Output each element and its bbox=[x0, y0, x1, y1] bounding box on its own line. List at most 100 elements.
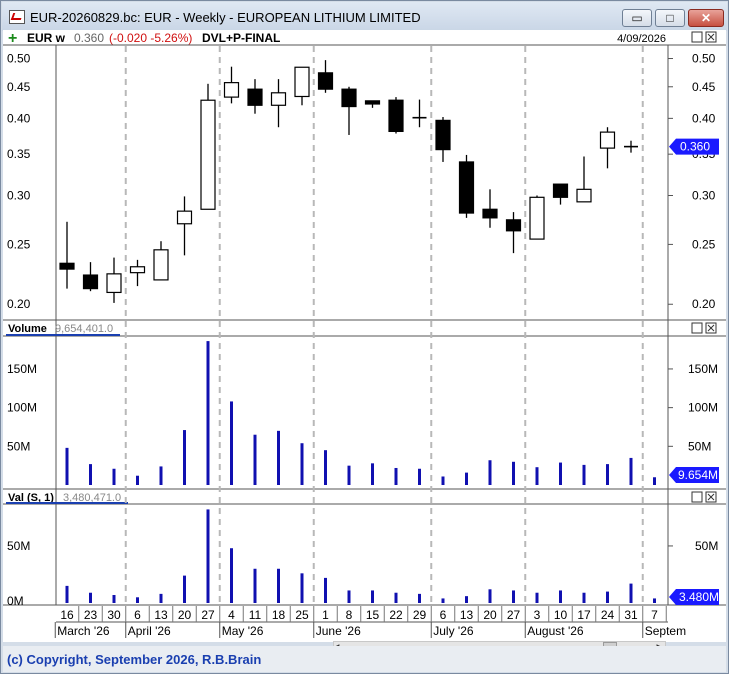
val-bar bbox=[65, 585, 69, 603]
val-bar bbox=[582, 592, 586, 603]
minimize-icon: ▭ bbox=[631, 11, 643, 25]
candle-body bbox=[129, 266, 146, 274]
x-tick-label: 1 bbox=[322, 608, 329, 622]
val-maximize-icon[interactable] bbox=[691, 491, 703, 503]
price-tick-label-right: 0.20 bbox=[692, 297, 716, 311]
price-tick-label-left: 0.30 bbox=[7, 189, 31, 203]
x-tick-label: 6 bbox=[440, 608, 447, 622]
month-label: May '26 bbox=[222, 624, 264, 638]
month-label: April '26 bbox=[128, 624, 171, 638]
price-tick-label-left: 0.25 bbox=[7, 237, 31, 251]
symbol-label: EUR w bbox=[27, 31, 66, 45]
candle-body bbox=[576, 188, 592, 203]
maximize-button[interactable]: □ bbox=[655, 9, 685, 27]
add-symbol-icon[interactable]: + bbox=[8, 30, 17, 47]
candle-body bbox=[59, 262, 75, 270]
minimize-button[interactable]: ▭ bbox=[622, 9, 652, 27]
val-bar bbox=[488, 589, 492, 603]
maximize-icon: □ bbox=[666, 11, 674, 25]
panel-close-icon[interactable] bbox=[705, 31, 717, 43]
candle-body bbox=[599, 131, 616, 149]
x-tick-label: 4 bbox=[228, 608, 235, 622]
month-label: Septem bbox=[645, 624, 686, 638]
volume-bar bbox=[394, 467, 398, 485]
price-tick-label-right: 0.25 bbox=[692, 237, 716, 251]
val-bar bbox=[347, 590, 351, 603]
val-bar bbox=[183, 575, 186, 603]
x-tick-label: 27 bbox=[201, 608, 215, 622]
candle-body bbox=[552, 183, 569, 198]
study-label: DVL+P-FINAL bbox=[202, 31, 280, 45]
close-button[interactable]: ✕ bbox=[688, 9, 724, 27]
val-bar bbox=[371, 590, 374, 603]
title-bar: EUR-20260829.bc: EUR - Weekly - EUROPEAN… bbox=[2, 2, 727, 31]
val-tick-label-left: 50M bbox=[7, 539, 30, 553]
x-tick-label: 23 bbox=[84, 608, 98, 622]
candle-body bbox=[364, 100, 381, 105]
candle-body bbox=[388, 99, 404, 133]
price-tick-label-right: 0.40 bbox=[692, 111, 716, 125]
x-tick-label: 11 bbox=[249, 608, 262, 622]
volume-bar bbox=[112, 468, 116, 485]
val-bar bbox=[277, 568, 280, 603]
volume-maximize-icon[interactable] bbox=[691, 322, 703, 334]
volume-bar bbox=[371, 463, 374, 485]
volume-panel-value: 9,654,401.0 bbox=[55, 323, 113, 335]
val-bar bbox=[324, 577, 327, 603]
val-bar bbox=[465, 596, 468, 603]
candle-body bbox=[270, 92, 287, 106]
val-bar bbox=[418, 593, 421, 603]
chart-area[interactable]: + EUR w 0.360 (-0.020 -5.26%) DVL+P-FINA… bbox=[3, 30, 726, 642]
volume-tick-label-right: 100M bbox=[688, 401, 718, 415]
x-tick-label: 7 bbox=[651, 608, 658, 622]
x-tick-label: 22 bbox=[389, 608, 403, 622]
month-label: July '26 bbox=[433, 624, 474, 638]
volume-bar bbox=[418, 468, 421, 485]
price-change-label: (-0.020 -5.26%) bbox=[109, 31, 192, 45]
val-bar bbox=[206, 509, 210, 603]
x-tick-label: 27 bbox=[507, 608, 521, 622]
candle-body bbox=[505, 219, 522, 232]
month-label: June '26 bbox=[316, 624, 361, 638]
header-date: 4/09/2026 bbox=[617, 33, 666, 45]
val-bar bbox=[136, 597, 139, 603]
val-bar bbox=[629, 583, 633, 603]
candle-body bbox=[458, 161, 475, 214]
volume-bar bbox=[277, 430, 280, 485]
volume-tick-label-left: 100M bbox=[7, 401, 37, 415]
price-tick-label-right: 0.30 bbox=[692, 189, 716, 203]
x-tick-label: 25 bbox=[295, 608, 309, 622]
last-price-label: 0.360 bbox=[74, 31, 104, 45]
candle-body bbox=[153, 249, 169, 281]
volume-bar bbox=[65, 447, 69, 485]
price-tick-label-right: 0.45 bbox=[692, 80, 716, 94]
volume-close-icon[interactable] bbox=[705, 322, 717, 334]
volume-bar bbox=[324, 450, 327, 485]
volume-bar bbox=[606, 464, 609, 485]
candle-body bbox=[176, 210, 193, 225]
val-bar bbox=[159, 593, 163, 603]
chart-canvas[interactable]: + EUR w 0.360 (-0.020 -5.26%) DVL+P-FINA… bbox=[3, 30, 726, 642]
volume-bar bbox=[253, 434, 257, 485]
panel-maximize-icon[interactable] bbox=[691, 31, 703, 43]
candle-body bbox=[247, 88, 263, 106]
candle-body bbox=[106, 273, 122, 294]
candle-body bbox=[317, 72, 334, 90]
volume-last-badge-label: 9.654M bbox=[678, 468, 718, 482]
volume-tick-label-right: 150M bbox=[688, 362, 718, 376]
x-tick-label: 16 bbox=[60, 608, 74, 622]
month-label: March '26 bbox=[57, 624, 110, 638]
x-tick-label: 13 bbox=[460, 608, 474, 622]
volume-bar bbox=[183, 430, 186, 485]
x-tick-label: 6 bbox=[134, 608, 141, 622]
x-tick-label: 24 bbox=[601, 608, 615, 622]
x-tick-label: 10 bbox=[554, 608, 568, 622]
val-tick-label-right: 50M bbox=[695, 539, 718, 553]
candle-body bbox=[529, 196, 545, 240]
volume-bar bbox=[300, 443, 304, 485]
val-bar bbox=[253, 568, 257, 603]
val-close-icon[interactable] bbox=[705, 491, 717, 503]
val-bar bbox=[300, 573, 304, 603]
x-tick-label: 20 bbox=[483, 608, 497, 622]
candle-body bbox=[200, 99, 216, 210]
